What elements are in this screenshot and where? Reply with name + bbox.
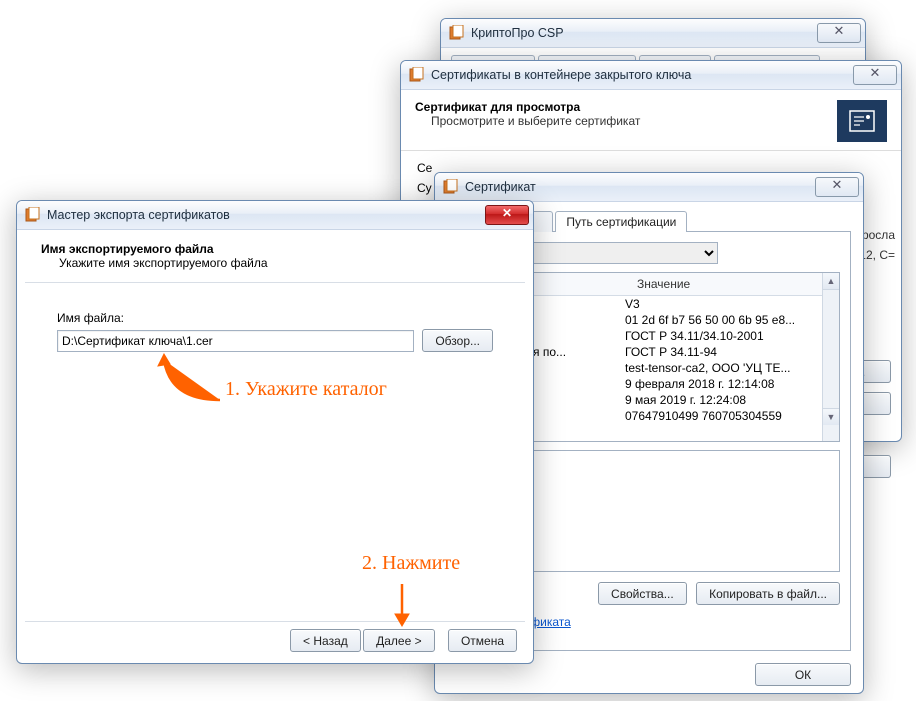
file-path-input[interactable]	[57, 330, 414, 352]
close-icon[interactable]: ✕	[853, 65, 897, 85]
col-value: Значение	[631, 273, 822, 295]
window-title: Сертификат	[465, 180, 815, 194]
file-label: Имя файла:	[57, 311, 493, 325]
titlebar-cert: Сертификат ✕	[435, 173, 863, 202]
browse-button[interactable]: Обзор...	[422, 329, 493, 352]
scroll-down-icon[interactable]: ▼	[823, 408, 839, 425]
row-label: Су	[417, 181, 432, 195]
window-title: Сертификаты в контейнере закрытого ключа	[431, 68, 853, 82]
titlebar-wizard: Мастер экспорта сертификатов ✕	[17, 201, 533, 230]
copy-to-file-button[interactable]: Копировать в файл...	[696, 582, 840, 605]
window-export-wizard: Мастер экспорта сертификатов ✕ Имя экспо…	[16, 200, 534, 664]
wizard-subtitle: Укажите имя экспортируемого файла	[41, 256, 509, 270]
close-icon[interactable]: ✕	[485, 205, 529, 225]
scroll-up-icon[interactable]: ▲	[823, 273, 839, 290]
app-icon	[443, 179, 459, 195]
properties-button[interactable]: Свойства...	[598, 582, 687, 605]
window-title: Мастер экспорта сертификатов	[47, 208, 485, 222]
close-icon[interactable]: ✕	[815, 177, 859, 197]
window-title: КриптоПро CSP	[471, 26, 817, 40]
row-label: Се	[417, 161, 432, 175]
app-icon	[25, 207, 41, 223]
app-icon	[449, 25, 465, 41]
cancel-button[interactable]: Отмена	[448, 629, 517, 652]
scrollbar-vertical[interactable]: ▲ ▼	[822, 273, 839, 441]
wizard-header: Имя экспортируемого файла	[41, 242, 509, 256]
container-header: Сертификат для просмотра	[415, 100, 837, 114]
app-icon	[409, 67, 425, 83]
next-button[interactable]: Далее >	[363, 629, 435, 652]
back-button[interactable]: < Назад	[290, 629, 361, 652]
tab-cert-path[interactable]: Путь сертификации	[555, 211, 687, 232]
container-subtitle: Просмотрите и выберите сертификат	[415, 114, 837, 128]
close-icon[interactable]: ✕	[817, 23, 861, 43]
titlebar-csp: КриптоПро CSP ✕	[441, 19, 865, 48]
ok-button[interactable]: ОК	[755, 663, 851, 686]
cert-graphic-icon	[837, 100, 887, 142]
titlebar-container: Сертификаты в контейнере закрытого ключа…	[401, 61, 901, 90]
